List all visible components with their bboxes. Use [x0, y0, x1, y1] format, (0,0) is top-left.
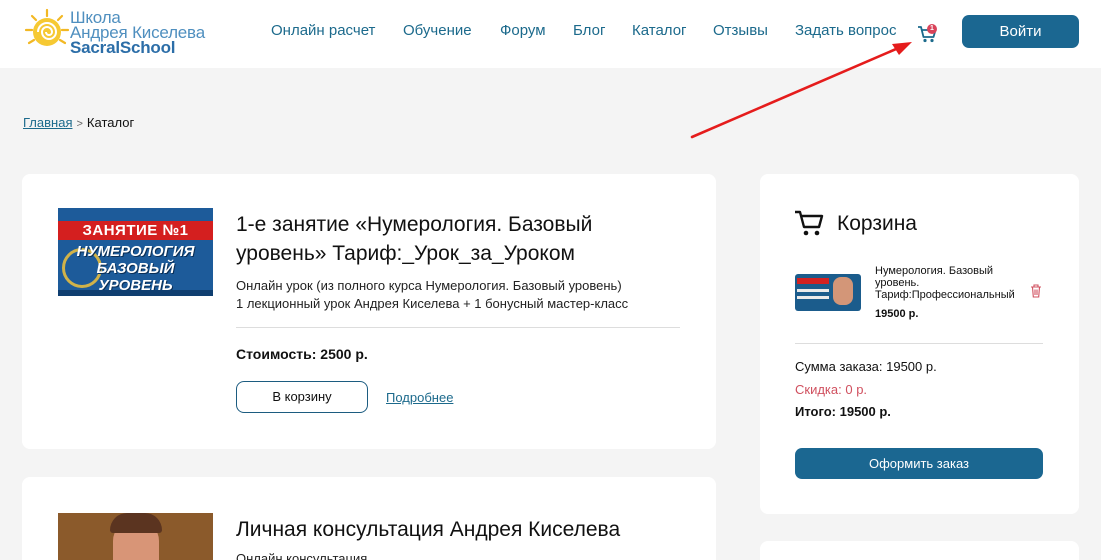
breadcrumb: Главная > Каталог: [23, 115, 134, 130]
product-description: Онлайн урок (из полного курса Нумерологи…: [236, 277, 676, 313]
nav-item-catalog[interactable]: Каталог: [632, 22, 687, 39]
nav-item-blog[interactable]: Блог: [573, 22, 605, 39]
product-card: Личная консультация Андрея Киселева Онла…: [22, 477, 716, 560]
add-to-cart-button[interactable]: В корзину: [236, 381, 368, 413]
cart-item-price: 19500 р.: [875, 308, 919, 320]
order-discount: Скидка: 0 р.: [795, 382, 868, 397]
product-description-line-1: Онлайн урок (из полного курса Нумерологи…: [236, 278, 622, 293]
cart-item-image-line: [797, 296, 829, 299]
breadcrumb-chevron-icon: >: [76, 118, 83, 130]
product-description: Онлайн консультация: [236, 551, 368, 560]
product-title[interactable]: Личная консультация Андрея Киселева: [236, 515, 620, 544]
checkout-button[interactable]: Оформить заказ: [795, 448, 1043, 479]
product-title[interactable]: 1-е занятие «Нумерология. Базовый уровен…: [236, 210, 656, 268]
nav-item-forum[interactable]: Форум: [500, 22, 546, 39]
portrait-hair: [110, 513, 162, 533]
nav-item-online-calc[interactable]: Онлайн расчет: [271, 22, 375, 39]
divider: [236, 327, 680, 328]
cart-title: Корзина: [837, 212, 917, 235]
more-details-link[interactable]: Подробнее: [386, 390, 453, 405]
divider: [795, 343, 1043, 344]
nav-item-reviews[interactable]: Отзывы: [713, 22, 768, 39]
product-image-footer: [58, 290, 213, 296]
cart-item-image-band: [797, 278, 829, 284]
nav-item-education[interactable]: Обучение: [403, 22, 472, 39]
product-image[interactable]: ЗАНЯТИЕ №1 НУМЕРОЛОГИЯ БАЗОВЫЙ УРОВЕНЬ: [58, 208, 213, 296]
cart-panel: Корзина Нумерология. Базовый уровень. Та…: [760, 174, 1079, 514]
product-image-line-3: БАЗОВЫЙ: [96, 260, 175, 277]
sun-logo-icon: [24, 8, 70, 46]
breadcrumb-current: Каталог: [86, 115, 135, 130]
product-image[interactable]: [58, 513, 213, 560]
nav-item-ask-question[interactable]: Задать вопрос: [795, 22, 896, 39]
product-image-caption-1: ЗАНЯТИЕ №1: [58, 221, 213, 240]
trash-icon[interactable]: [1030, 284, 1042, 298]
cart-item-image-line: [797, 289, 829, 292]
product-image-line-2: НУМЕРОЛОГИЯ: [76, 243, 195, 260]
login-button[interactable]: Войти: [962, 15, 1079, 48]
product-description-line-2: 1 лекционный урок Андрея Киселева + 1 бо…: [236, 296, 629, 311]
site-header: Школа Андрея Киселева SacralSchool Онлай…: [0, 0, 1101, 68]
logo-line-3: SacralSchool: [70, 38, 176, 57]
cart-icon: [795, 210, 824, 236]
logo-text: Школа Андрея Киселева SacralSchool: [70, 9, 205, 57]
product-price: Стоимость: 2500 р.: [236, 346, 368, 362]
sidebar-panel: [760, 541, 1079, 560]
product-image-caption-2: НУМЕРОЛОГИЯ БАЗОВЫЙ УРОВЕНЬ: [58, 243, 213, 294]
cart-item-image-face: [833, 277, 853, 305]
cart-item-title: Нумерология. Базовый уровень. Тариф:Проф…: [875, 265, 1015, 301]
breadcrumb-home-link[interactable]: Главная: [23, 115, 72, 130]
site-logo[interactable]: Школа Андрея Киселева SacralSchool: [24, 8, 214, 58]
order-total: Итого: 19500 р.: [795, 404, 891, 419]
cart-item-image: [795, 274, 861, 311]
cart-count-badge: 1: [927, 24, 937, 34]
product-card: ЗАНЯТИЕ №1 НУМЕРОЛОГИЯ БАЗОВЫЙ УРОВЕНЬ 1…: [22, 174, 716, 449]
order-sum: Сумма заказа: 19500 р.: [795, 359, 937, 374]
